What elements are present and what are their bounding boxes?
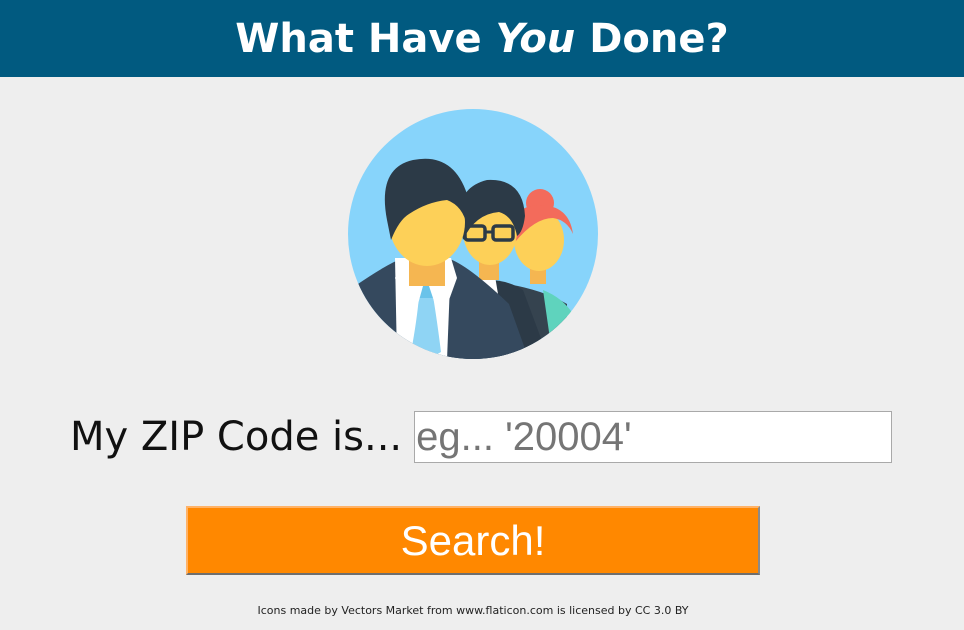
- title-emphasis: You: [495, 15, 576, 62]
- people-group-icon: [347, 108, 599, 360]
- title-part-end: Done?: [575, 15, 729, 62]
- page-header: What Have You Done?: [0, 0, 964, 77]
- zip-input[interactable]: [414, 411, 893, 463]
- zip-label: My ZIP Code is...: [70, 414, 403, 460]
- icon-credit: Icons made by Vectors Market from www.fl…: [257, 604, 689, 617]
- search-button[interactable]: Search!: [186, 506, 760, 575]
- zip-form-row: My ZIP Code is...: [70, 409, 893, 465]
- title-part-start: What Have: [235, 15, 496, 62]
- page-title: What Have You Done?: [235, 16, 728, 62]
